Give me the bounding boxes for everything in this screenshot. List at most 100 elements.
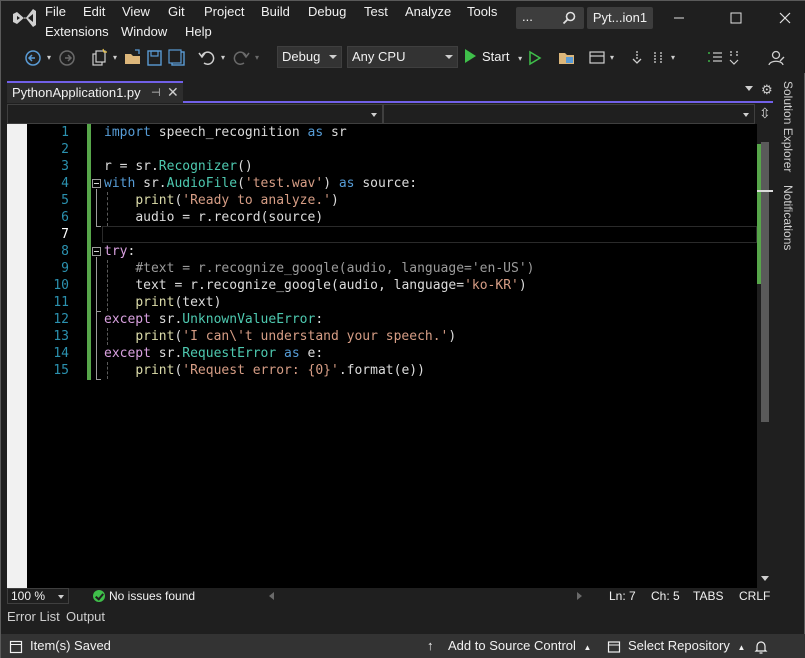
search-box[interactable]: ... (516, 7, 584, 29)
code-line[interactable]: try: (104, 243, 135, 260)
status-bar: Item(s) Saved ↑ Add to Source Control ▲ … (1, 634, 805, 658)
start-debugging-button[interactable]: Start ▾ (465, 46, 522, 68)
menu-build[interactable]: Build (261, 4, 290, 19)
tab-error-list[interactable]: Error List (7, 609, 60, 624)
code-line[interactable]: audio = r.record(source) (104, 209, 323, 226)
tab-filename: PythonApplication1.py (12, 85, 141, 100)
code-editor[interactable]: 1 2 3 4 5 6 7 8 9 10 11 12 13 14 15 impo… (7, 124, 757, 588)
line-number: 2 (61, 142, 69, 157)
menu-debug[interactable]: Debug (308, 4, 346, 19)
status-ready-icon (9, 640, 23, 654)
solution-platform-select[interactable]: Any CPU (347, 46, 458, 68)
code-line[interactable]: print('Request error: {0}'.format(e)) (104, 362, 425, 379)
menu-help[interactable]: Help (185, 24, 212, 39)
code-line[interactable]: r = sr.Recognizer() (104, 158, 253, 175)
vertical-scrollbar[interactable] (757, 124, 773, 588)
scope-dropdown[interactable] (7, 104, 383, 124)
redo-icon[interactable] (231, 48, 251, 68)
menu-tools[interactable]: Tools (467, 4, 497, 19)
zoom-select[interactable]: 100 % (7, 588, 69, 604)
code-line[interactable]: print(text) (104, 294, 221, 311)
code-line[interactable]: import speech_recognition as sr (104, 124, 347, 141)
add-to-source-control-button[interactable]: Add to Source Control ▲ (448, 638, 591, 653)
select-repository-button[interactable]: Select Repository ▲ (628, 638, 745, 653)
document-tab[interactable]: PythonApplication1.py ⊣ ✕ (7, 81, 183, 103)
uncomment-lines-icon[interactable] (727, 48, 741, 68)
code-line[interactable]: except sr.UnknownValueError: (104, 311, 323, 328)
scroll-left-icon[interactable] (269, 592, 274, 600)
member-dropdown[interactable] (383, 104, 755, 124)
menu-git[interactable]: Git (168, 4, 185, 19)
layout-icon[interactable] (587, 48, 607, 68)
collapse-block-icon[interactable] (92, 179, 101, 188)
chevron-down-icon[interactable]: ▾ (608, 48, 616, 68)
notifications-tab[interactable]: Notifications (781, 185, 795, 250)
code-line[interactable]: except sr.RequestError as e: (104, 345, 323, 362)
current-line-highlight (102, 226, 757, 243)
tool-window-tabs: Error List Output (1, 607, 805, 631)
outline-line (96, 311, 97, 379)
chevron-down-icon[interactable]: ▾ (669, 48, 677, 68)
split-editor-icon[interactable]: ⇳ (759, 105, 771, 122)
line-indicator[interactable]: Ln: 7 (609, 588, 636, 604)
live-share-icon[interactable] (765, 48, 787, 68)
new-project-icon[interactable] (89, 48, 109, 68)
tab-list-dropdown-icon[interactable] (745, 86, 753, 91)
collapse-block-icon[interactable] (92, 247, 101, 256)
close-tab-icon[interactable]: ✕ (167, 84, 179, 101)
save-all-icon[interactable] (167, 48, 187, 68)
ide-window: File Edit View Git Project Build Debug T… (0, 0, 805, 658)
step-over-icon[interactable] (649, 48, 669, 68)
open-folder-icon[interactable] (557, 48, 577, 68)
line-ending[interactable]: CRLF (739, 588, 770, 604)
open-file-icon[interactable] (123, 48, 143, 68)
comment-lines-icon[interactable] (705, 48, 725, 68)
indicator-margin[interactable] (7, 124, 27, 588)
code-line[interactable]: print('I can\'t understand your speech.'… (104, 328, 456, 345)
maximize-icon[interactable] (723, 7, 747, 29)
scroll-right-icon[interactable] (577, 592, 582, 600)
menu-extensions[interactable]: Extensions (45, 24, 109, 39)
solution-configuration-select[interactable]: Debug (277, 46, 342, 68)
menu-window[interactable]: Window (121, 24, 167, 39)
pin-icon[interactable]: ⊣ (151, 86, 161, 99)
solution-explorer-tab[interactable]: Solution Explorer (781, 81, 795, 172)
code-line[interactable]: text = r.recognize_google(audio, languag… (104, 277, 526, 294)
menu-test[interactable]: Test (364, 4, 388, 19)
menu-file[interactable]: File (45, 4, 66, 19)
chevron-down-icon (445, 55, 453, 59)
undo-icon[interactable] (197, 48, 217, 68)
menu-view[interactable]: View (122, 4, 150, 19)
scroll-down-icon[interactable] (761, 576, 769, 581)
menu-analyze[interactable]: Analyze (405, 4, 451, 19)
chevron-up-icon: ▲ (737, 643, 746, 652)
issues-status[interactable]: No issues found (109, 588, 195, 604)
line-number-current: 7 (61, 227, 69, 242)
standard-toolbar: ▾ ▾ ▾ ▾ Debug Any CPU Start ▾ ▾ ▾ (1, 43, 805, 73)
chevron-down-icon[interactable]: ▾ (45, 48, 53, 68)
step-icon[interactable] (627, 48, 647, 68)
scrollbar-thumb[interactable] (761, 142, 769, 422)
column-indicator[interactable]: Ch: 5 (651, 588, 680, 604)
start-without-debugging-icon[interactable] (527, 48, 543, 68)
chevron-down-icon[interactable]: ▾ (518, 54, 522, 63)
menu-project[interactable]: Project (204, 4, 244, 19)
navigate-forward-icon[interactable] (57, 48, 77, 68)
save-icon[interactable] (145, 48, 165, 68)
menu-edit[interactable]: Edit (83, 4, 105, 19)
navigate-back-icon[interactable] (23, 48, 43, 68)
chevron-down-icon[interactable]: ▾ (219, 48, 227, 68)
minimize-icon[interactable] (667, 7, 691, 29)
gear-icon[interactable]: ⚙ (761, 82, 773, 98)
close-icon[interactable] (773, 7, 797, 29)
notifications-bell-icon[interactable] (753, 639, 769, 655)
code-line[interactable]: print('Ready to analyze.') (104, 192, 339, 209)
tab-output[interactable]: Output (66, 609, 105, 624)
code-line[interactable]: with sr.AudioFile('test.wav') as source: (104, 175, 417, 192)
code-line[interactable]: #text = r.recognize_google(audio, langua… (104, 260, 534, 277)
solution-name-badge[interactable]: Pyt...ion1 (587, 7, 653, 29)
indent-mode[interactable]: TABS (693, 588, 723, 604)
chevron-down-icon[interactable]: ▾ (111, 48, 119, 68)
visual-studio-logo-icon[interactable] (11, 7, 37, 29)
document-tab-strip: PythonApplication1.py ⊣ ✕ ⚙ (7, 81, 773, 103)
